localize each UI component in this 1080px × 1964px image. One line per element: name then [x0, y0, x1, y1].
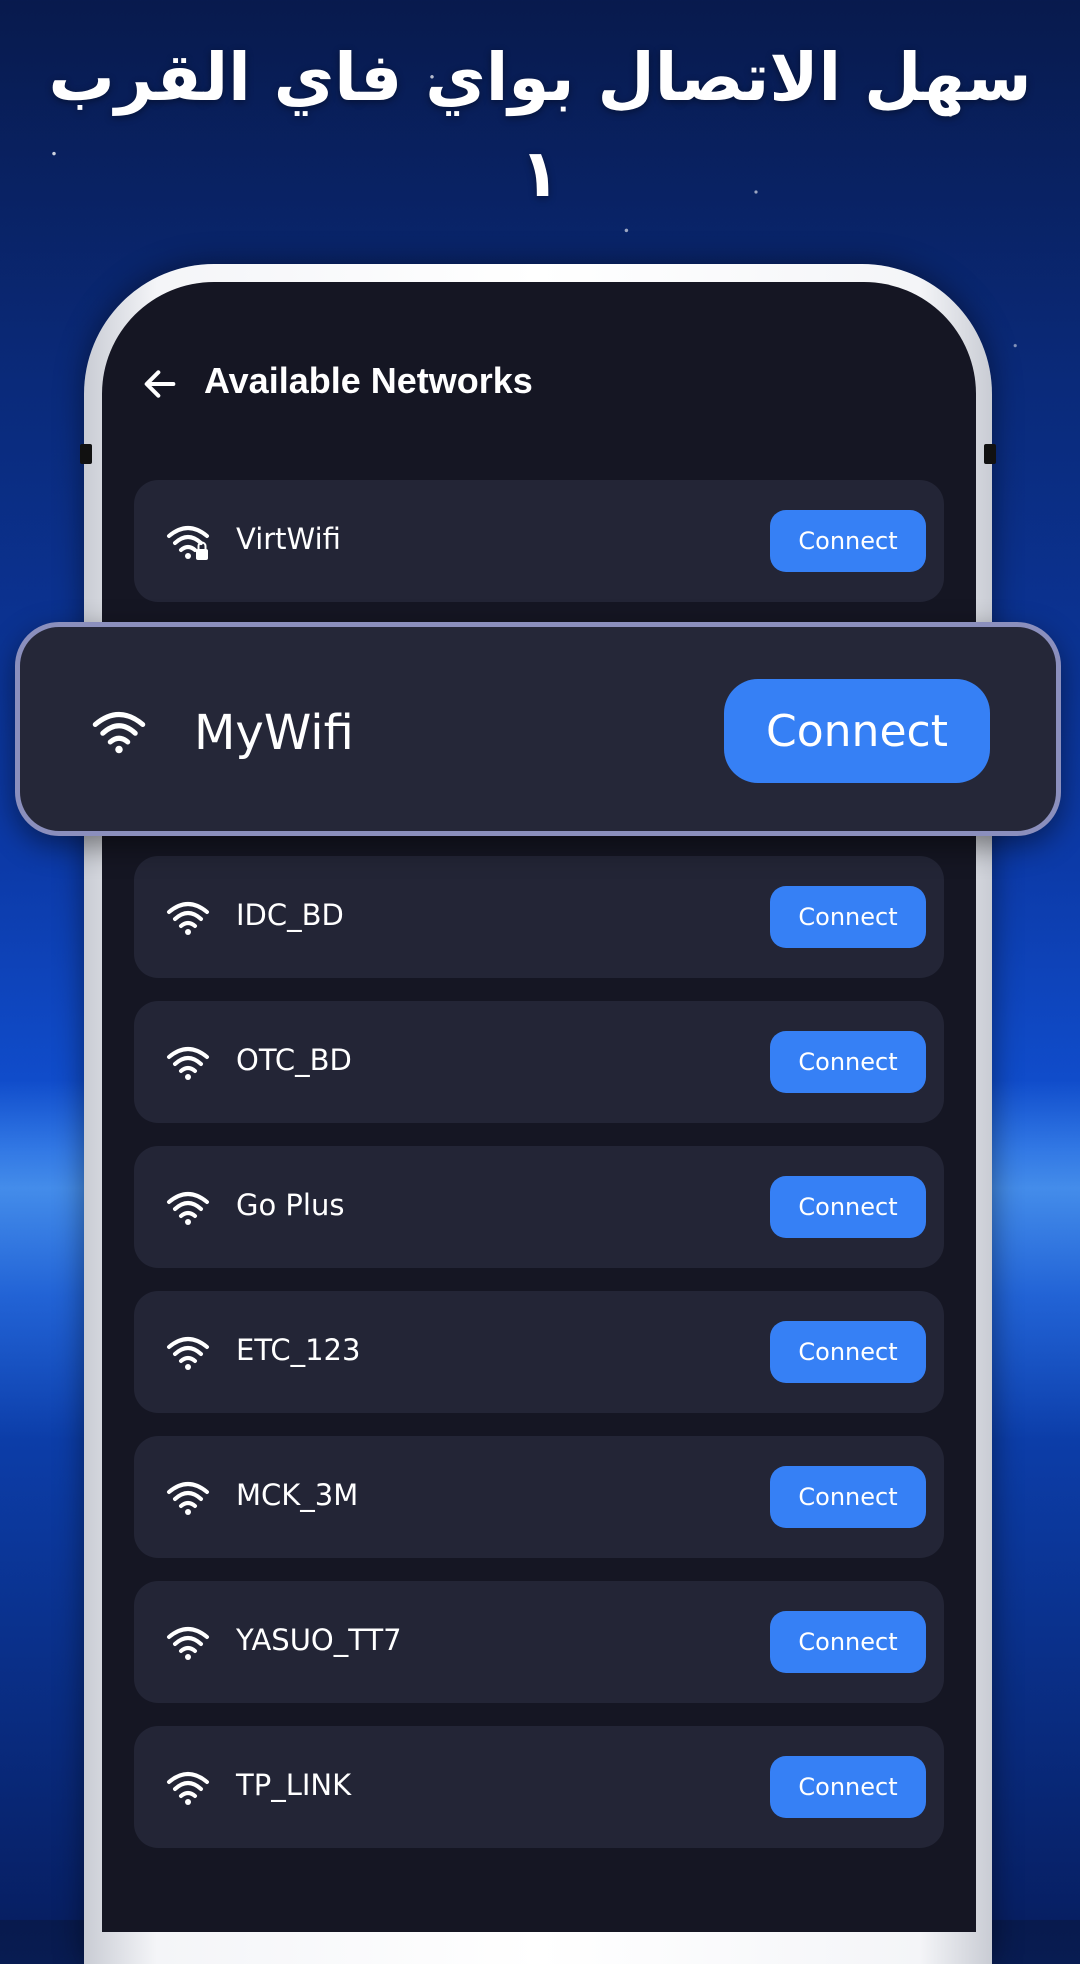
network-row[interactable]: IDC_BD Connect	[134, 856, 944, 978]
network-name: OTC_BD	[236, 1043, 352, 1077]
wifi-icon	[167, 1627, 209, 1660]
promo-headline: سهل الاتصال بواي فاي القرب ١	[48, 39, 1032, 212]
network-name: MCK_3M	[236, 1478, 359, 1512]
connect-button[interactable]: Connect	[770, 1466, 926, 1528]
wifi-icon	[92, 712, 146, 754]
connect-button[interactable]: Connect	[770, 1031, 926, 1093]
network-row[interactable]: VirtWifi Connect	[134, 480, 944, 602]
wifi-icon	[167, 902, 209, 935]
network-row[interactable]: YASUO_TT7 Connect	[134, 1581, 944, 1703]
connect-button[interactable]: Connect	[770, 886, 926, 948]
phone-screen: Available Networks VirtWifi Connect IDC_…	[102, 282, 976, 1932]
connect-button[interactable]: Connect	[770, 1321, 926, 1383]
network-row[interactable]: TP_LINK Connect	[134, 1726, 944, 1848]
connect-button[interactable]: Connect	[724, 679, 990, 783]
network-name: YASUO_TT7	[236, 1623, 402, 1657]
featured-network-card[interactable]: MyWifi Connect	[15, 622, 1061, 836]
phone-side-button-left	[80, 444, 92, 464]
page-title: Available Networks	[204, 360, 533, 401]
wifi-icon	[167, 1772, 209, 1805]
network-row[interactable]: Go Plus Connect	[134, 1146, 944, 1268]
network-name: ETC_123	[236, 1333, 361, 1367]
network-name: IDC_BD	[236, 898, 344, 932]
connect-button[interactable]: Connect	[770, 1176, 926, 1238]
wifi-icon	[167, 1192, 209, 1225]
phone-side-button-right	[984, 444, 996, 464]
network-name: TP_LINK	[236, 1768, 352, 1802]
wifi-lock-icon	[167, 526, 209, 560]
wifi-icon	[167, 1337, 209, 1370]
connect-button[interactable]: Connect	[770, 510, 926, 572]
network-row[interactable]: ETC_123 Connect	[134, 1291, 944, 1413]
app-bar: Available Networks	[102, 342, 976, 442]
connect-button[interactable]: Connect	[770, 1611, 926, 1673]
arrow-left-icon[interactable]	[140, 364, 180, 404]
network-row[interactable]: MCK_3M Connect	[134, 1436, 944, 1558]
network-name: VirtWifi	[236, 522, 341, 556]
network-row[interactable]: OTC_BD Connect	[134, 1001, 944, 1123]
wifi-icon	[167, 1482, 209, 1515]
network-name: MyWifi	[194, 705, 354, 761]
connect-button[interactable]: Connect	[770, 1756, 926, 1818]
network-name: Go Plus	[236, 1188, 345, 1222]
wifi-icon	[167, 1047, 209, 1080]
